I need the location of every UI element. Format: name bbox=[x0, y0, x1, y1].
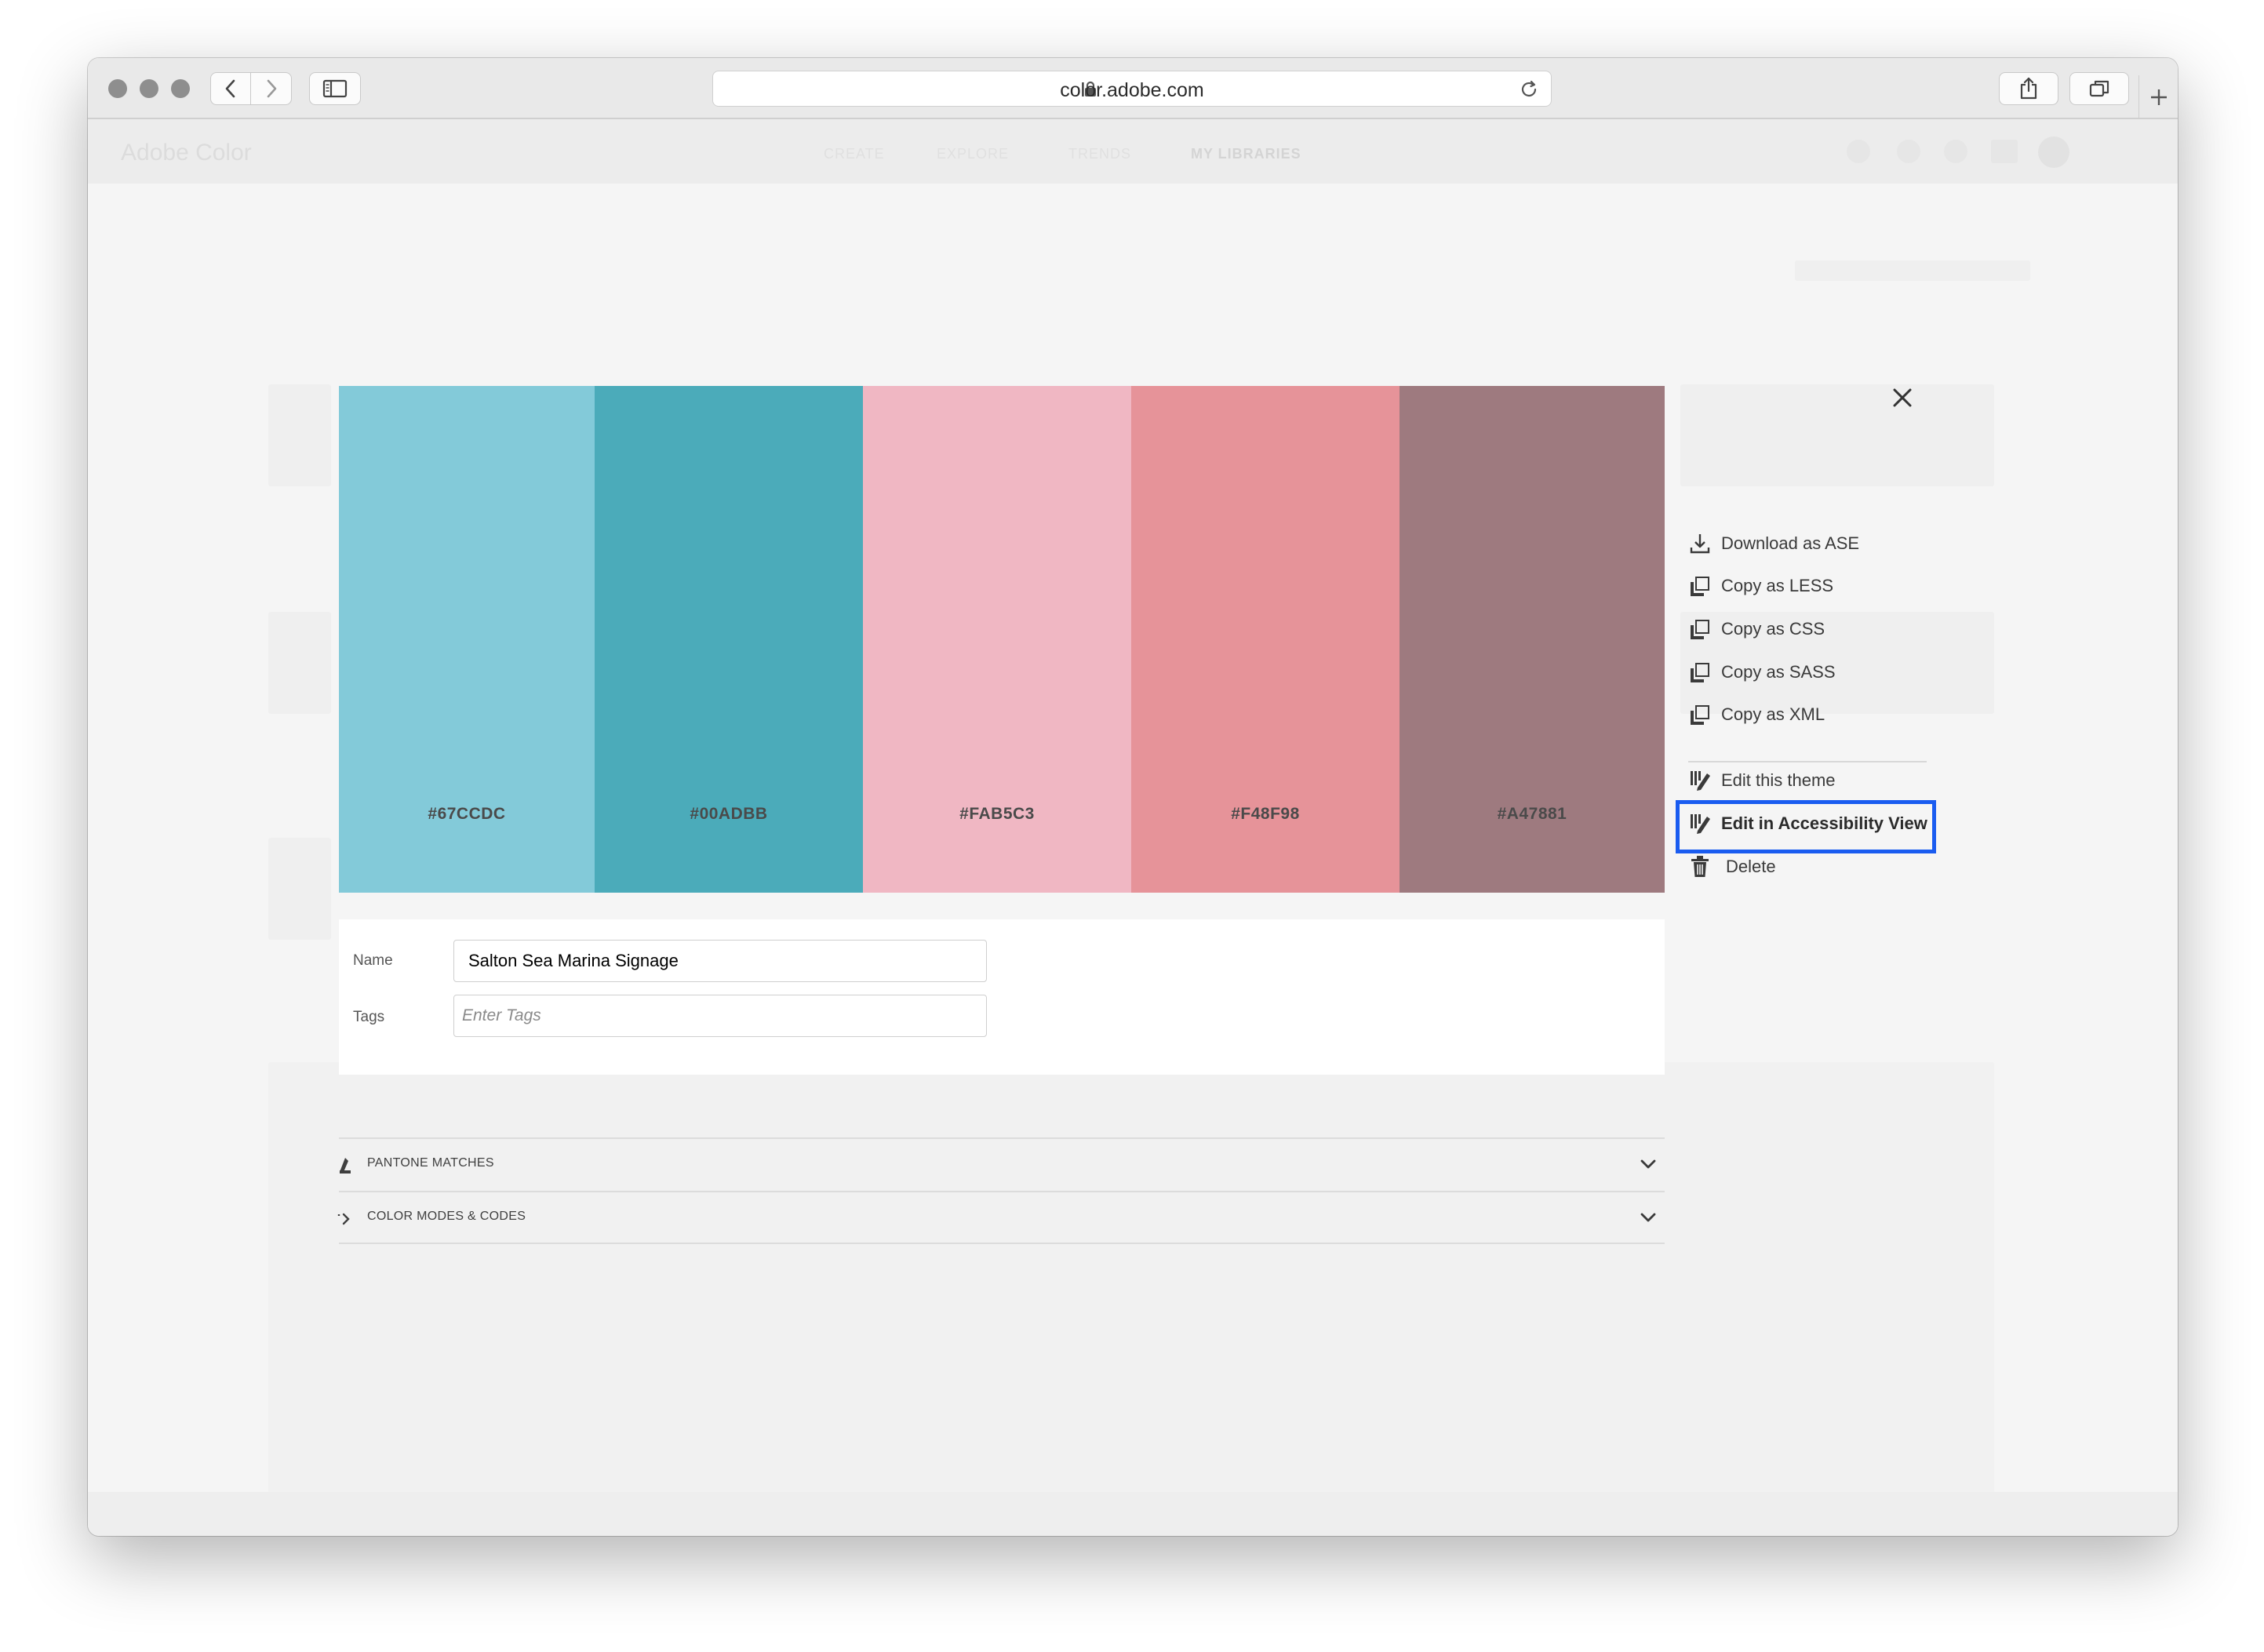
edit-theme-item[interactable]: Edit this theme bbox=[1688, 769, 1836, 792]
menu-item-label: Copy as SASS bbox=[1721, 662, 1836, 682]
tabs-icon bbox=[2089, 80, 2109, 97]
avatar[interactable] bbox=[2038, 136, 2069, 168]
swatch-4[interactable]: #F48F98 bbox=[1131, 386, 1400, 893]
reload-icon[interactable] bbox=[1518, 78, 1540, 100]
new-tab-button[interactable] bbox=[2138, 75, 2178, 119]
page-header: Adobe Color CREATE EXPLORE TRENDS MY LIB… bbox=[88, 119, 2178, 184]
plus-icon bbox=[2150, 89, 2167, 105]
menu-item-label: Download as ASE bbox=[1721, 533, 1860, 553]
swatch-hex: #67CCDC bbox=[428, 805, 506, 823]
copy-icon bbox=[1688, 660, 1712, 684]
menu-item-label: Edit this theme bbox=[1721, 770, 1836, 790]
tags-input[interactable]: Enter Tags bbox=[453, 995, 987, 1037]
copy-icon bbox=[1688, 574, 1712, 598]
sidebar-icon bbox=[322, 79, 348, 98]
color-modes-accordion[interactable]: COLOR MODES & CODES bbox=[337, 1191, 1665, 1244]
menu-item-label: Delete bbox=[1726, 857, 1776, 876]
copy-xml-item[interactable]: Copy as XML bbox=[1688, 703, 1825, 726]
nav-my-libraries[interactable]: MY LIBRARIES bbox=[1191, 146, 1301, 162]
pantone-icon bbox=[340, 1158, 351, 1174]
theme-name-input[interactable]: Salton Sea Marina Signage bbox=[453, 940, 987, 982]
nav-create[interactable]: CREATE bbox=[824, 146, 885, 162]
menu-item-label: Edit in Accessibility View bbox=[1721, 813, 1927, 833]
swatch-hex: #A47881 bbox=[1497, 805, 1567, 823]
library-selector[interactable] bbox=[1795, 260, 2030, 281]
forward-button[interactable] bbox=[251, 73, 291, 104]
swatch-5[interactable]: #A47881 bbox=[1400, 386, 1665, 893]
chevron-down-icon bbox=[1640, 1213, 1656, 1222]
menu-item-label: Copy as CSS bbox=[1721, 619, 1825, 639]
delete-item[interactable]: Delete bbox=[1688, 855, 1776, 879]
nav-trends[interactable]: TRENDS bbox=[1068, 146, 1131, 162]
copy-css-item[interactable]: Copy as CSS bbox=[1688, 617, 1825, 641]
menu-icon[interactable] bbox=[1991, 140, 2018, 163]
tabs-overview-button[interactable] bbox=[2069, 72, 2129, 105]
menu-item-label: Copy as LESS bbox=[1721, 576, 1834, 595]
browser-toolbar: color.adobe.com bbox=[88, 58, 2178, 119]
menu-divider bbox=[1688, 761, 1927, 762]
sidebar-toggle-button[interactable] bbox=[309, 72, 361, 105]
theme-thumbnail[interactable] bbox=[268, 838, 331, 940]
theme-thumbnail[interactable] bbox=[268, 384, 331, 486]
edit-theme-icon bbox=[1688, 769, 1712, 792]
trash-icon bbox=[1688, 855, 1712, 879]
theme-details-form: Name Salton Sea Marina Signage Tags Ente… bbox=[339, 919, 1665, 1075]
help-icon[interactable] bbox=[1847, 140, 1870, 163]
maximize-window-button[interactable] bbox=[171, 79, 190, 98]
browser-window: color.adobe.com Adobe Color CREATE EXPLO… bbox=[88, 58, 2178, 1536]
swatch-hex: #F48F98 bbox=[1231, 805, 1300, 823]
swatch-1[interactable]: #67CCDC bbox=[339, 386, 595, 893]
swatch-3[interactable]: #FAB5C3 bbox=[863, 386, 1131, 893]
history-nav bbox=[210, 72, 292, 105]
edit-theme-icon bbox=[1688, 812, 1712, 835]
address-bar[interactable]: color.adobe.com bbox=[712, 71, 1552, 107]
adobe-color-logo[interactable]: Adobe Color bbox=[121, 140, 252, 166]
share-button[interactable] bbox=[1999, 72, 2058, 105]
close-window-button[interactable] bbox=[108, 79, 127, 98]
back-button[interactable] bbox=[211, 73, 252, 104]
name-label: Name bbox=[353, 952, 393, 969]
tags-label: Tags bbox=[353, 1009, 385, 1025]
download-icon bbox=[1688, 532, 1712, 555]
copy-sass-item[interactable]: Copy as SASS bbox=[1688, 660, 1836, 684]
copy-icon bbox=[1688, 703, 1712, 726]
chevron-down-icon bbox=[1640, 1159, 1656, 1169]
close-icon[interactable] bbox=[1891, 386, 1914, 409]
swatch-hex: #FAB5C3 bbox=[959, 805, 1035, 823]
edit-accessibility-view-item[interactable]: Edit in Accessibility View bbox=[1688, 812, 1927, 835]
nav-explore[interactable]: EXPLORE bbox=[937, 146, 1009, 162]
swatch-2[interactable]: #00ADBB bbox=[595, 386, 863, 893]
theme-thumbnail[interactable] bbox=[1680, 384, 1994, 486]
apps-icon[interactable] bbox=[1944, 140, 1967, 163]
library-list bbox=[268, 1062, 1994, 1501]
pantone-matches-accordion[interactable]: PANTONE MATCHES bbox=[339, 1137, 1665, 1191]
share-icon bbox=[2020, 77, 2037, 100]
chevron-left-icon bbox=[225, 79, 235, 98]
copy-less-item[interactable]: Copy as LESS bbox=[1688, 574, 1833, 598]
theme-palette: #67CCDC #00ADBB #FAB5C3 #F48F98 #A47881 bbox=[339, 386, 1665, 893]
notifications-icon[interactable] bbox=[1897, 140, 1920, 163]
theme-thumbnail[interactable] bbox=[268, 612, 331, 714]
accordion-label: PANTONE MATCHES bbox=[367, 1156, 494, 1170]
url-text: color.adobe.com bbox=[1060, 79, 1204, 101]
download-ase-item[interactable]: Download as ASE bbox=[1688, 532, 1859, 555]
menu-item-label: Copy as XML bbox=[1721, 704, 1825, 724]
accordion-label: COLOR MODES & CODES bbox=[367, 1210, 526, 1223]
chevron-right-icon bbox=[267, 79, 276, 98]
swatch-hex: #00ADBB bbox=[690, 805, 768, 823]
minimize-window-button[interactable] bbox=[140, 79, 158, 98]
copy-icon bbox=[1688, 617, 1712, 641]
page-footer bbox=[88, 1492, 2178, 1536]
code-icon bbox=[337, 1213, 350, 1225]
